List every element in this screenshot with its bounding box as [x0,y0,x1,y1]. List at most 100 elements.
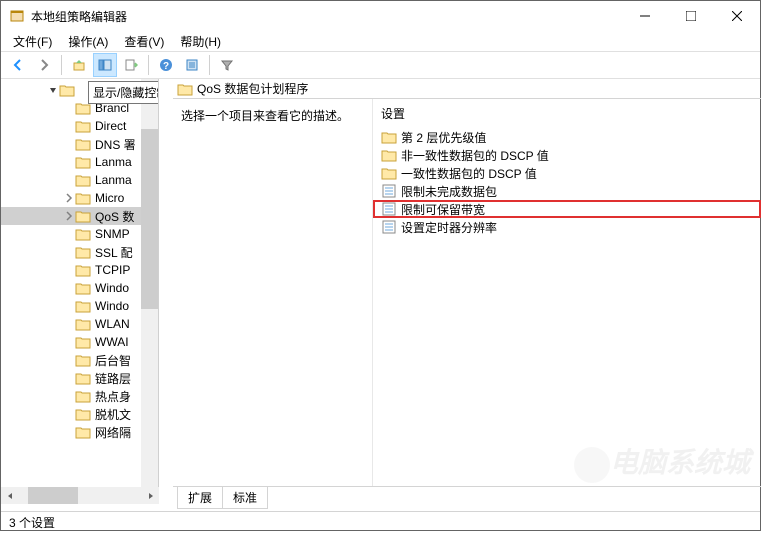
folder-icon [75,281,91,295]
tab-extended[interactable]: 扩展 [177,487,223,509]
menu-file[interactable]: 文件(F) [5,31,60,52]
tree-item-label: 链路层 [95,370,131,387]
tree-item[interactable]: 后台智 [1,351,158,369]
tree-item[interactable]: Direct [1,117,158,135]
description-text: 选择一个项目来查看它的描述。 [181,109,349,123]
tree-item[interactable]: WWAI [1,333,158,351]
chevron-right-icon[interactable] [63,372,75,384]
description-column: 选择一个项目来查看它的描述。 [173,99,373,486]
folder-icon [75,263,91,277]
setting-label: 非一致性数据包的 DSCP 值 [401,147,549,164]
tree-item[interactable]: SNMP [1,225,158,243]
chevron-right-icon[interactable] [63,156,75,168]
setting-item[interactable]: 一致性数据包的 DSCP 值 [373,164,761,182]
tree-item[interactable]: Lanma [1,171,158,189]
tree[interactable]: BranclDirectDNS 署LanmaLanmaMicroQoS 数SNM… [1,79,158,441]
setting-item[interactable]: 设置定时器分辨率 [373,218,761,236]
help-button[interactable]: ? [154,53,178,77]
folder-icon [75,407,91,421]
export-list-button[interactable] [119,53,143,77]
tree-item[interactable]: Windo [1,279,158,297]
chevron-right-icon[interactable] [63,426,75,438]
chevron-right-icon[interactable] [63,192,75,204]
scroll-right-button[interactable] [142,487,159,504]
tree-scrollbar-vertical[interactable] [141,79,158,487]
maximize-button[interactable] [668,1,714,31]
settings-header: 设置 [373,103,761,128]
chevron-right-icon[interactable] [63,354,75,366]
details-body: 选择一个项目来查看它的描述。 设置 第 2 层优先级值非一致性数据包的 DSCP… [173,99,761,487]
chevron-right-icon[interactable] [63,120,75,132]
titlebar: 本地组策略编辑器 [1,1,760,31]
tree-item-label: 网络隔 [95,424,131,441]
scrollbar-track[interactable] [18,487,142,504]
tree-item-label: Micro [95,191,124,205]
tree-item-label: Windo [95,299,129,313]
tree-item[interactable]: 网络隔 [1,423,158,441]
details-pane: QoS 数据包计划程序 选择一个项目来查看它的描述。 设置 第 2 层优先级值非… [173,79,761,511]
menu-help[interactable]: 帮助(H) [172,31,229,52]
folder-icon [75,299,91,313]
chevron-right-icon[interactable] [63,336,75,348]
chevron-right-icon[interactable] [63,408,75,420]
chevron-right-icon[interactable] [63,318,75,330]
close-button[interactable] [714,1,760,31]
tree-item[interactable]: 脱机文 [1,405,158,423]
chevron-right-icon[interactable] [63,210,75,222]
scrollbar-thumb[interactable] [28,487,78,504]
settings-list: 第 2 层优先级值非一致性数据包的 DSCP 值一致性数据包的 DSCP 值限制… [373,128,761,236]
scroll-left-button[interactable] [1,487,18,504]
scrollbar-thumb[interactable] [141,129,158,309]
tree-item-label: SNMP [95,227,130,241]
statusbar: 3 个设置 [1,511,760,533]
setting-item[interactable]: 第 2 层优先级值 [373,128,761,146]
chevron-right-icon[interactable] [63,282,75,294]
properties-button[interactable] [180,53,204,77]
details-title: QoS 数据包计划程序 [197,80,308,97]
chevron-right-icon[interactable] [63,300,75,312]
back-button[interactable] [6,53,30,77]
toolbar-separator [209,55,210,75]
chevron-right-icon[interactable] [63,228,75,240]
tree-item[interactable]: Micro [1,189,158,207]
tree-item[interactable]: TCPIP [1,261,158,279]
folder-icon [75,173,91,187]
chevron-right-icon[interactable] [63,390,75,402]
folder-icon [177,82,193,96]
minimize-button[interactable] [622,1,668,31]
menu-action[interactable]: 操作(A) [60,31,116,52]
setting-item[interactable]: 限制未完成数据包 [373,182,761,200]
policy-icon [381,183,397,199]
chevron-right-icon[interactable] [63,264,75,276]
window-title: 本地组策略编辑器 [31,8,622,25]
tree-item[interactable]: 链路层 [1,369,158,387]
tab-standard[interactable]: 标准 [222,487,268,509]
setting-item[interactable]: 限制可保留带宽 [373,200,761,218]
forward-button[interactable] [32,53,56,77]
tree-item-label: SSL 配 [95,244,133,261]
chevron-right-icon[interactable] [63,102,75,114]
setting-label: 第 2 层优先级值 [401,129,486,146]
tree-item-label: WLAN [95,317,130,331]
folder-icon [75,317,91,331]
tree-item[interactable]: QoS 数 [1,207,158,225]
tree-item[interactable]: DNS 署 [1,135,158,153]
setting-label: 限制可保留带宽 [401,201,485,218]
setting-item[interactable]: 非一致性数据包的 DSCP 值 [373,146,761,164]
up-button[interactable] [67,53,91,77]
folder-icon [381,147,397,163]
content-area: BranclDirectDNS 署LanmaLanmaMicroQoS 数SNM… [1,79,760,511]
show-hide-tree-button[interactable] [93,53,117,77]
chevron-right-icon[interactable] [63,138,75,150]
tree-item[interactable]: WLAN [1,315,158,333]
chevron-right-icon[interactable] [63,174,75,186]
menu-view[interactable]: 查看(V) [116,31,172,52]
filter-button[interactable] [215,53,239,77]
tree-scrollbar-horizontal[interactable] [1,487,159,504]
folder-icon [381,165,397,181]
chevron-right-icon[interactable] [63,246,75,258]
tree-item[interactable]: Windo [1,297,158,315]
tree-item[interactable]: SSL 配 [1,243,158,261]
tree-item[interactable]: 热点身 [1,387,158,405]
tree-item[interactable]: Lanma [1,153,158,171]
